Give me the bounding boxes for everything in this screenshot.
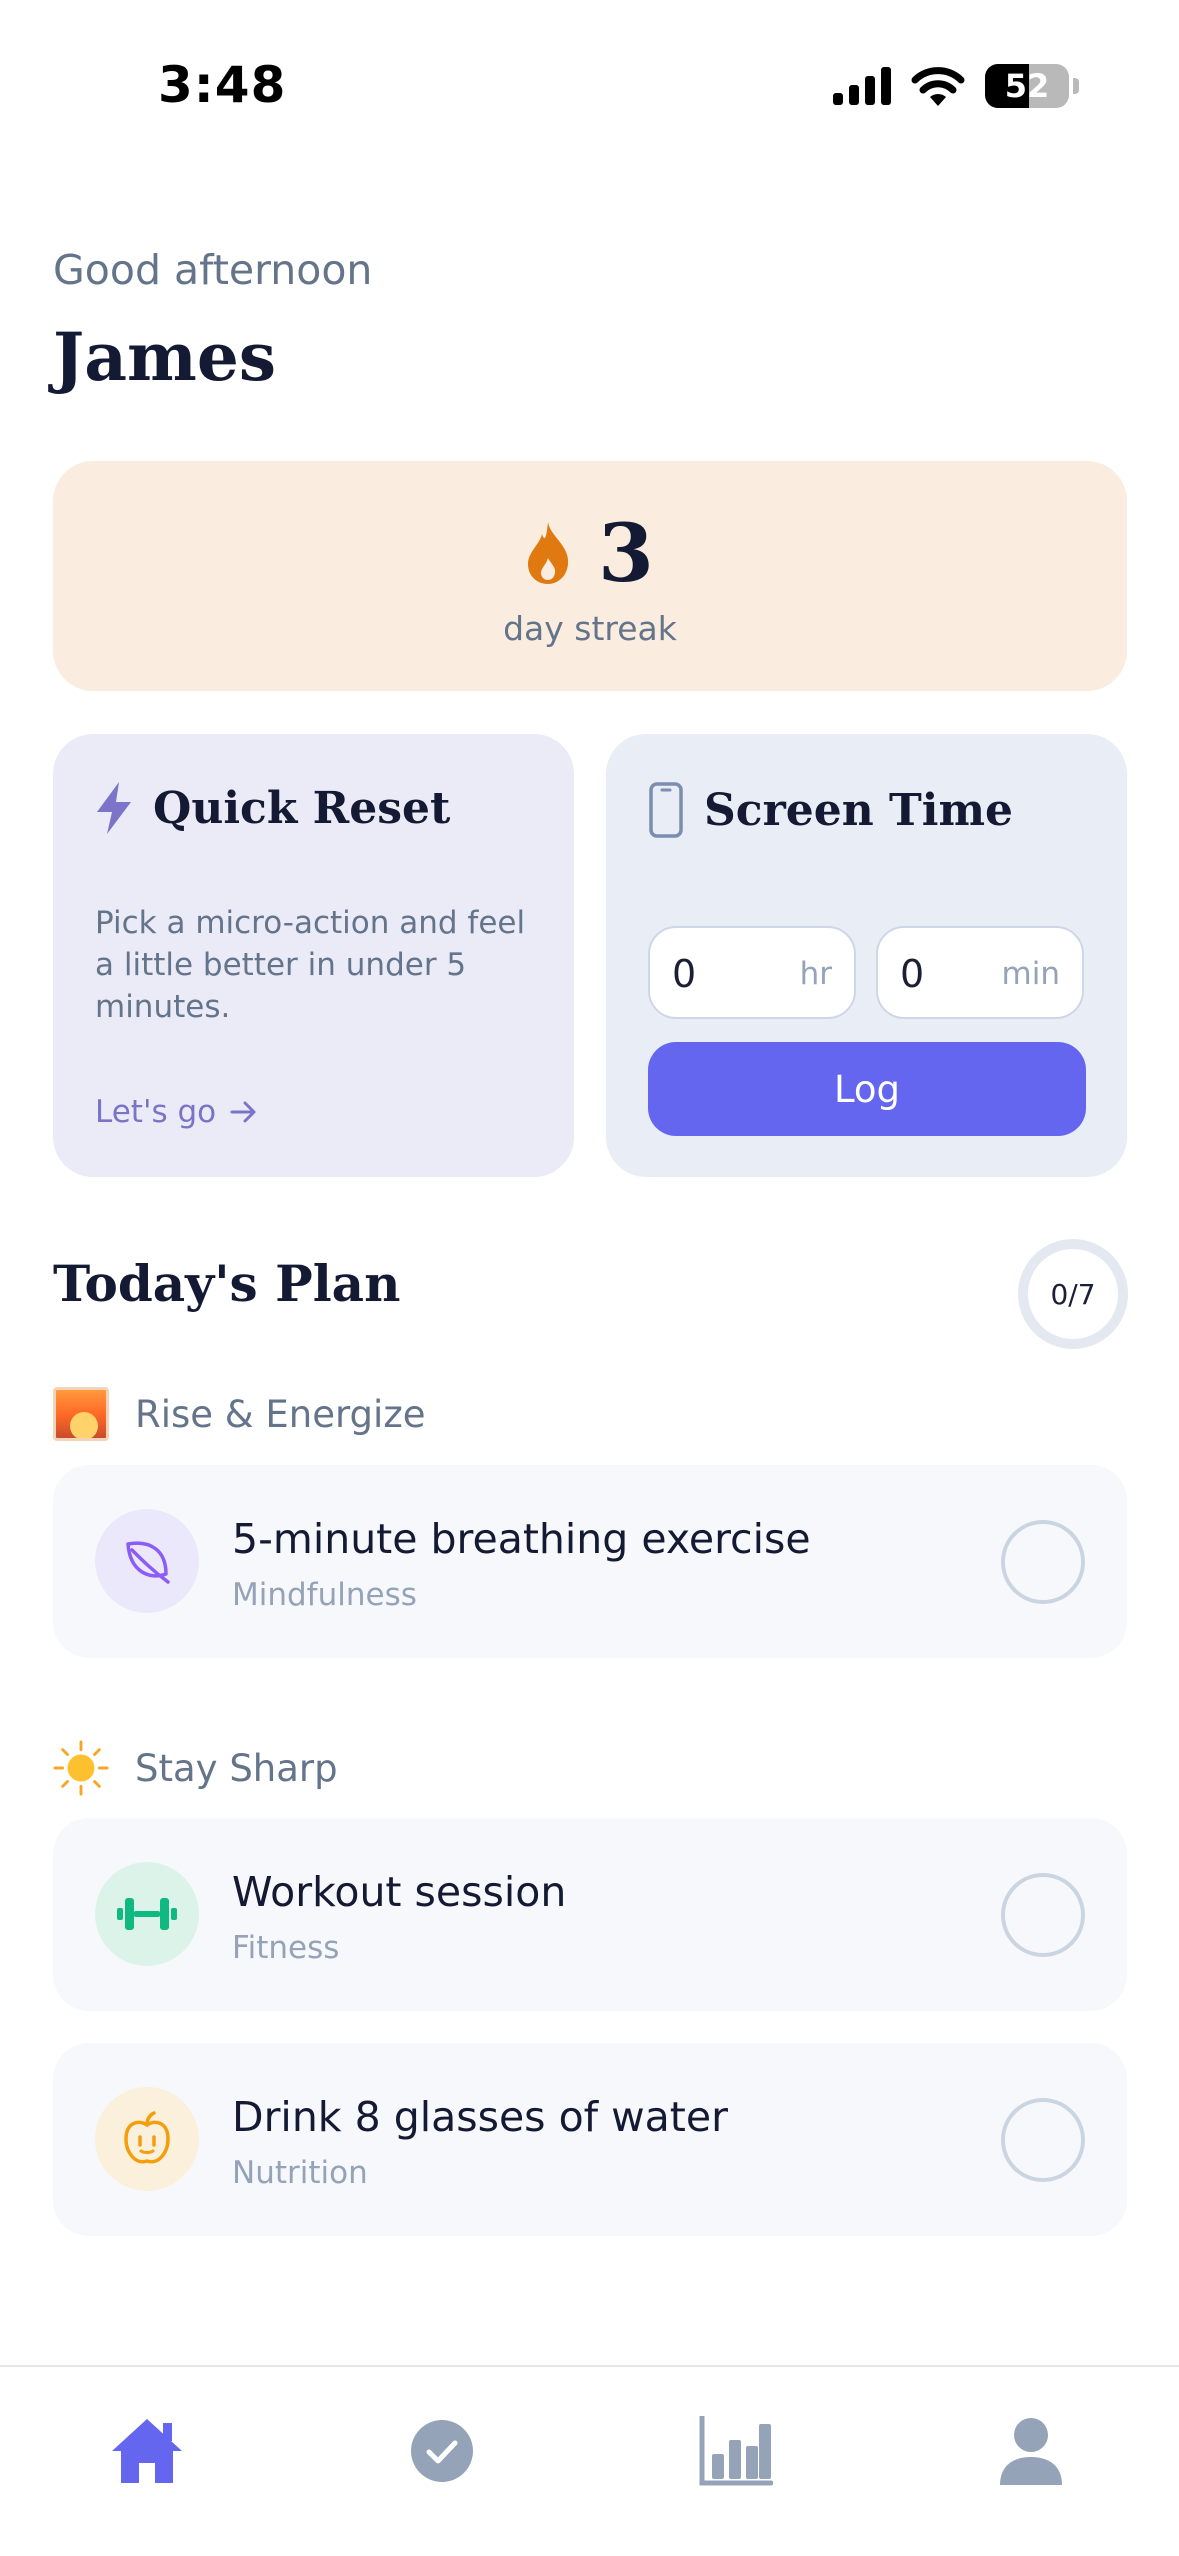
sun-icon: [53, 1740, 109, 1796]
task-category: Fitness: [232, 1930, 340, 1966]
flame-icon: [528, 522, 569, 584]
arrow-right-icon: [230, 1101, 256, 1123]
screen-time-card: Screen Time 0 hr 0 min Log: [606, 734, 1127, 1177]
wifi-icon: [911, 67, 965, 106]
plan-title: Today's Plan: [53, 1254, 401, 1313]
nav-tasks[interactable]: [382, 2391, 502, 2511]
minutes-unit: min: [1001, 956, 1060, 992]
plan-progress-ring: 0/7: [1018, 1239, 1128, 1349]
user-name: James: [53, 318, 276, 396]
lets-go-label: Let's go: [95, 1094, 217, 1130]
hours-value: 0: [672, 952, 697, 996]
section-label: Stay Sharp: [135, 1746, 338, 1790]
streak-count: 3: [598, 506, 654, 600]
task-title: Drink 8 glasses of water: [232, 2093, 728, 2141]
leaf-icon: [126, 1541, 170, 1584]
streak-card: 3 day streak: [53, 461, 1127, 691]
user-icon: [1000, 2418, 1062, 2485]
task-category: Nutrition: [232, 2155, 368, 2191]
dumbbell-icon: [117, 1898, 177, 1930]
lets-go-link[interactable]: Let's go: [95, 1094, 258, 1130]
section-rise-energize: Rise & Energize: [53, 1387, 426, 1441]
minutes-input[interactable]: 0 min: [876, 926, 1084, 1019]
nav-home[interactable]: [87, 2391, 207, 2511]
streak-label: day streak: [503, 609, 677, 648]
quick-reset-card[interactable]: Quick Reset Pick a micro-action and feel…: [53, 734, 574, 1177]
hours-input[interactable]: 0 hr: [648, 926, 856, 1019]
status-bar: 3:48 52: [0, 0, 1179, 160]
bottom-nav: [0, 2365, 1179, 2556]
phone-icon: [649, 782, 683, 838]
status-time: 3:48: [158, 56, 287, 114]
task-checkbox[interactable]: [1001, 1873, 1085, 1957]
task-breathing-exercise[interactable]: 5-minute breathing exercise Mindfulness: [53, 1465, 1127, 1658]
log-button[interactable]: Log: [648, 1042, 1086, 1136]
bar-chart-icon: [699, 2416, 773, 2486]
task-icon-badge: [95, 1509, 199, 1613]
minutes-value: 0: [900, 952, 925, 996]
task-checkbox[interactable]: [1001, 2098, 1085, 2182]
home-icon: [112, 2419, 182, 2483]
greeting-text: Good afternoon: [53, 246, 373, 294]
nav-profile[interactable]: [971, 2391, 1091, 2511]
task-drink-water[interactable]: Drink 8 glasses of water Nutrition: [53, 2043, 1127, 2236]
nav-stats[interactable]: [676, 2391, 796, 2511]
signal-icon: [833, 67, 891, 105]
battery-indicator: 52: [985, 64, 1069, 108]
apple-icon: [124, 2111, 170, 2164]
quick-reset-description: Pick a micro-action and feel a little be…: [95, 905, 526, 1025]
task-icon-badge: [95, 2087, 199, 2191]
section-stay-sharp: Stay Sharp: [53, 1740, 338, 1796]
battery-nub: [1073, 78, 1079, 94]
quick-reset-title: Quick Reset: [153, 782, 451, 834]
check-circle-icon: [411, 2420, 473, 2482]
task-workout-session[interactable]: Workout session Fitness: [53, 1818, 1127, 2011]
task-title: 5-minute breathing exercise: [232, 1515, 811, 1563]
screen-time-title: Screen Time: [704, 784, 1014, 836]
section-label: Rise & Energize: [135, 1392, 426, 1436]
hours-unit: hr: [799, 956, 832, 992]
status-icons: 52: [833, 64, 1079, 108]
lightning-icon: [97, 782, 131, 834]
task-title: Workout session: [232, 1868, 567, 1916]
sunrise-icon: [53, 1387, 109, 1441]
battery-level: 52: [1004, 67, 1050, 105]
task-checkbox[interactable]: [1001, 1520, 1085, 1604]
task-category: Mindfulness: [232, 1577, 417, 1613]
task-icon-badge: [95, 1862, 199, 1966]
